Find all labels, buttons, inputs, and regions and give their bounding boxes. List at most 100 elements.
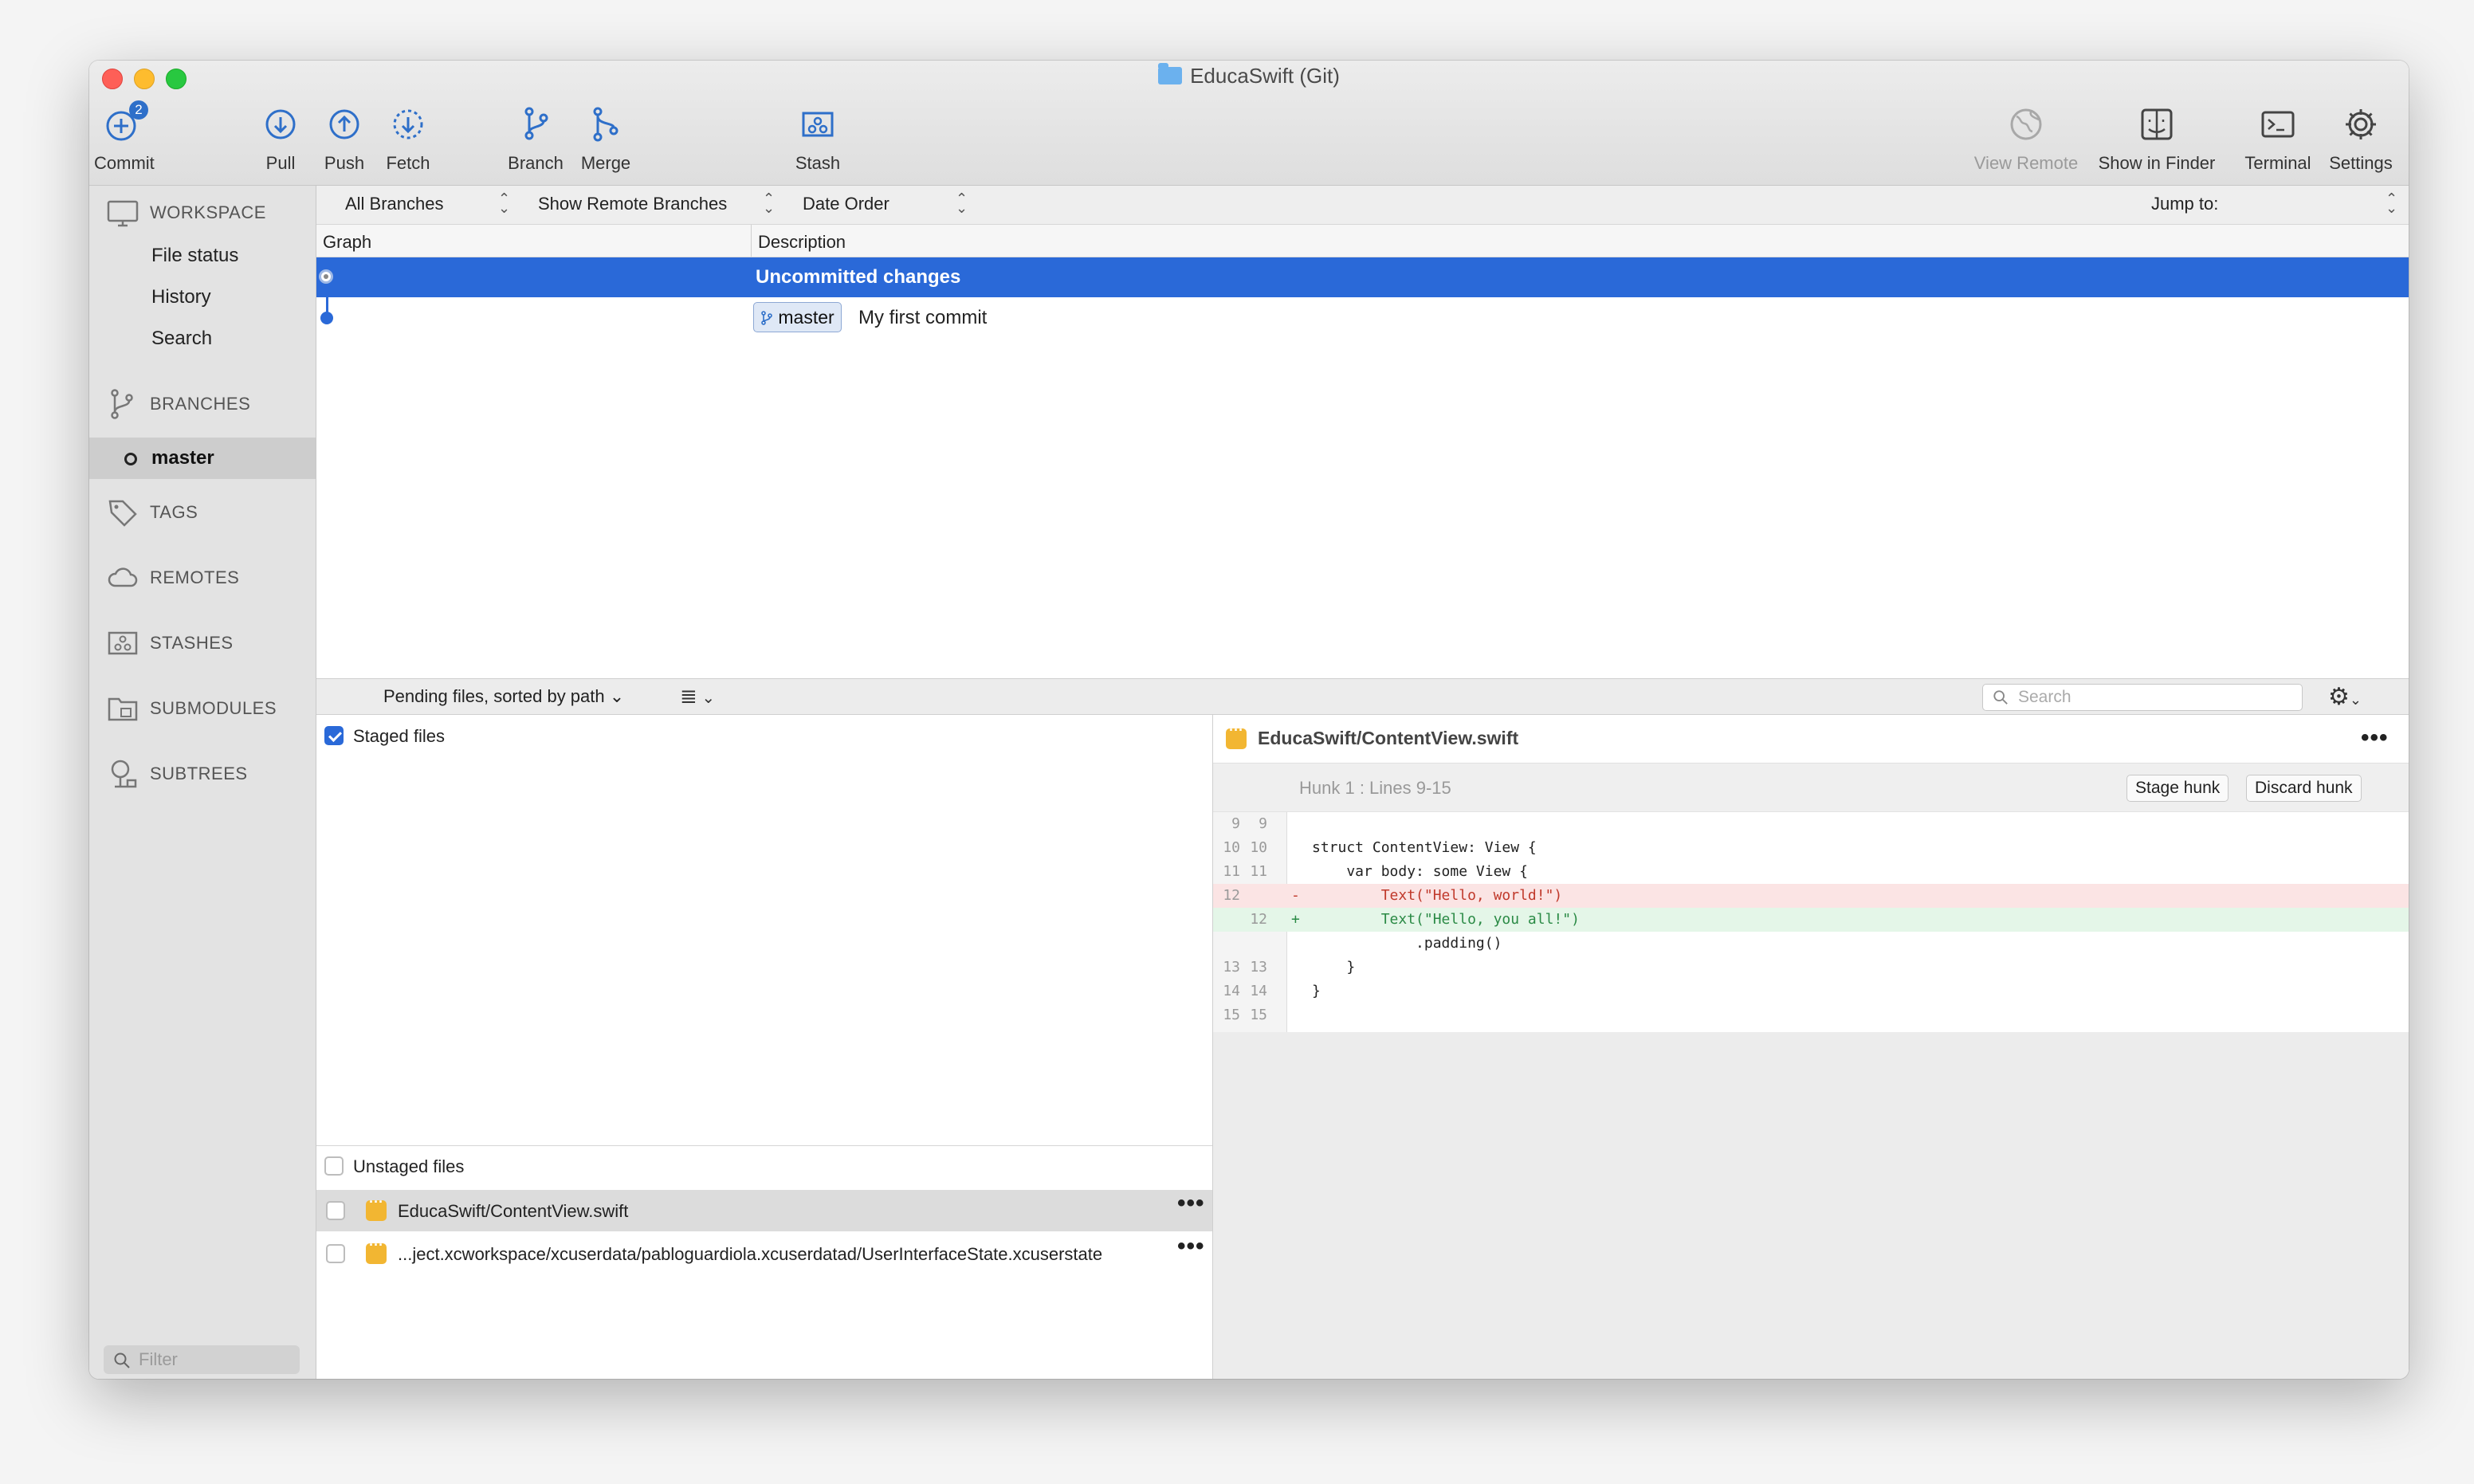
file-row[interactable]: EducaSwift/ContentView.swift ••• xyxy=(316,1190,1212,1231)
history-column-header: Graph Description xyxy=(316,225,2409,257)
window-title: EducaSwift (Git) xyxy=(89,63,2409,88)
modified-file-icon xyxy=(366,1237,387,1264)
cloud-icon xyxy=(107,562,139,594)
merge-button[interactable]: Merge xyxy=(567,105,644,174)
divider xyxy=(316,1145,1212,1146)
gear-icon xyxy=(2342,105,2380,143)
pull-icon xyxy=(261,105,300,143)
file-checkbox[interactable] xyxy=(326,1201,345,1220)
sidebar-item-history[interactable]: History xyxy=(151,286,211,308)
order-select[interactable]: Date Order xyxy=(803,194,889,214)
diff-pane: EducaSwift/ContentView.swift ••• Hunk 1 … xyxy=(1213,715,2409,1379)
terminal-button[interactable]: Terminal xyxy=(2233,105,2323,174)
chevron-down-icon: ⌄ xyxy=(2349,692,2362,708)
modified-file-icon xyxy=(1226,722,1247,749)
toolbar: EducaSwift (Git) 2 Commit Pull Push Fetc… xyxy=(89,61,2409,186)
gear-icon: ⚙ xyxy=(2328,684,2350,710)
graph-column-header[interactable]: Graph xyxy=(323,232,371,253)
file-row[interactable]: ...ject.xcworkspace/xcuserdata/pabloguar… xyxy=(316,1233,1212,1274)
gear-menu-button[interactable]: ⚙⌄ xyxy=(2328,683,2362,711)
view-remote-button[interactable]: View Remote xyxy=(1967,105,2085,174)
graph-node-uncommitted xyxy=(319,269,333,284)
branch-tag: master xyxy=(753,302,842,332)
remote-branches-select[interactable]: Show Remote Branches xyxy=(538,194,727,214)
jump-to-select[interactable]: Jump to: xyxy=(2151,194,2218,214)
stash-button[interactable]: Stash xyxy=(780,105,856,174)
sidebar: WORKSPACE File status History Search BRA… xyxy=(89,186,316,1379)
finder-icon xyxy=(2138,105,2176,143)
sidebar-section-tags[interactable]: TAGS xyxy=(107,497,198,528)
branch-icon xyxy=(107,388,139,420)
branch-icon xyxy=(516,105,555,143)
commit-row-uncommitted[interactable]: Uncommitted changes xyxy=(316,257,2409,297)
commit-icon: 2 xyxy=(104,100,148,143)
current-branch-icon xyxy=(124,453,137,465)
monitor-icon xyxy=(107,197,139,229)
main-content: All Branches ⌃ ⌄ Show Remote Branches ⌃ ⌄ … xyxy=(316,186,2409,1379)
column-divider[interactable] xyxy=(751,225,752,257)
stash-icon xyxy=(799,105,837,143)
chevron-down-icon: ⌄ xyxy=(609,686,625,706)
updown-chevron-icon: ⌃ ⌄ xyxy=(763,190,776,216)
push-icon xyxy=(325,105,363,143)
show-in-finder-button[interactable]: Show in Finder xyxy=(2091,105,2222,174)
unstaged-files-checkbox[interactable] xyxy=(324,1156,344,1176)
commit-row[interactable]: master My first commit xyxy=(316,297,2409,339)
diff-line: .padding() xyxy=(1312,935,1502,952)
modified-file-icon xyxy=(366,1194,387,1221)
sidebar-section-branches[interactable]: BRANCHES xyxy=(107,388,250,420)
sidebar-section-submodules[interactable]: SUBMODULES xyxy=(107,693,277,724)
commit-badge: 2 xyxy=(129,100,148,120)
staged-files-label: Staged files xyxy=(353,726,445,746)
sort-menu[interactable]: Pending files, sorted by path ⌄ xyxy=(383,686,624,707)
settings-button[interactable]: Settings xyxy=(2321,105,2401,174)
diff-line-added: 12 + Text("Hello, you all!") xyxy=(1213,908,2409,932)
more-options-button[interactable]: ••• xyxy=(1177,1190,1205,1217)
diff-file-header: EducaSwift/ContentView.swift ••• xyxy=(1213,715,2409,764)
search-input[interactable]: Search xyxy=(1982,684,2303,711)
sidebar-section-workspace[interactable]: WORKSPACE xyxy=(107,197,266,229)
fetch-button[interactable]: Fetch xyxy=(375,105,442,174)
diff-line: 10 10 struct ContentView: View { xyxy=(1223,839,1537,856)
staged-files-checkbox[interactable] xyxy=(324,726,344,745)
pull-button[interactable]: Pull xyxy=(247,105,314,174)
diff-line: 13 13 } xyxy=(1223,959,1356,976)
fetch-icon xyxy=(389,105,427,143)
terminal-icon xyxy=(2259,105,2297,143)
updown-chevron-icon: ⌃ ⌄ xyxy=(2386,190,2398,216)
diff-line: 99 xyxy=(1231,815,1267,832)
sidebar-section-subtrees[interactable]: SUBTREES xyxy=(107,758,248,790)
submodule-icon xyxy=(107,693,139,724)
more-options-button[interactable]: ••• xyxy=(2361,724,2389,752)
sidebar-item-search[interactable]: Search xyxy=(151,328,212,350)
file-checkbox[interactable] xyxy=(326,1244,345,1263)
stage-hunk-button[interactable]: Stage hunk xyxy=(2126,775,2229,802)
commit-button[interactable]: 2 Commit xyxy=(94,100,155,174)
subtree-icon xyxy=(107,758,139,790)
push-button[interactable]: Push xyxy=(311,105,378,174)
diff-line: 14 14} xyxy=(1223,983,1321,999)
more-options-button[interactable]: ••• xyxy=(1177,1233,1205,1260)
view-mode-menu[interactable]: ≣ ⌄ xyxy=(680,684,715,709)
chevron-down-icon: ⌄ xyxy=(697,689,716,707)
sidebar-section-stashes[interactable]: STASHES xyxy=(107,627,234,659)
hunk-header: Hunk 1 : Lines 9-15 Stage hunk Discard h… xyxy=(1213,764,2409,812)
description-column-header[interactable]: Description xyxy=(758,232,846,253)
updown-chevron-icon: ⌃ ⌄ xyxy=(498,190,511,216)
diff-line-deleted: 12- Text("Hello, world!") xyxy=(1213,884,2409,908)
list-icon: ≣ xyxy=(680,684,697,708)
file-status-pane: Staged files Unstaged files EducaSwift/C… xyxy=(316,715,1213,1379)
sidebar-filter-input[interactable]: Filter xyxy=(104,1345,300,1374)
sidebar-section-remotes[interactable]: REMOTES xyxy=(107,562,239,594)
folder-icon xyxy=(1158,63,1183,84)
stash-icon xyxy=(107,627,139,659)
branches-filter-select[interactable]: All Branches xyxy=(345,194,444,214)
sidebar-item-master[interactable]: master xyxy=(89,438,316,479)
sidebar-item-file-status[interactable]: File status xyxy=(151,245,238,267)
branch-button[interactable]: Branch xyxy=(497,105,574,174)
graph-node-commit xyxy=(320,312,333,324)
tag-icon xyxy=(107,497,139,528)
discard-hunk-button[interactable]: Discard hunk xyxy=(2246,775,2362,802)
branch-icon xyxy=(761,311,772,325)
app-window: EducaSwift (Git) 2 Commit Pull Push Fetc… xyxy=(89,61,2409,1379)
